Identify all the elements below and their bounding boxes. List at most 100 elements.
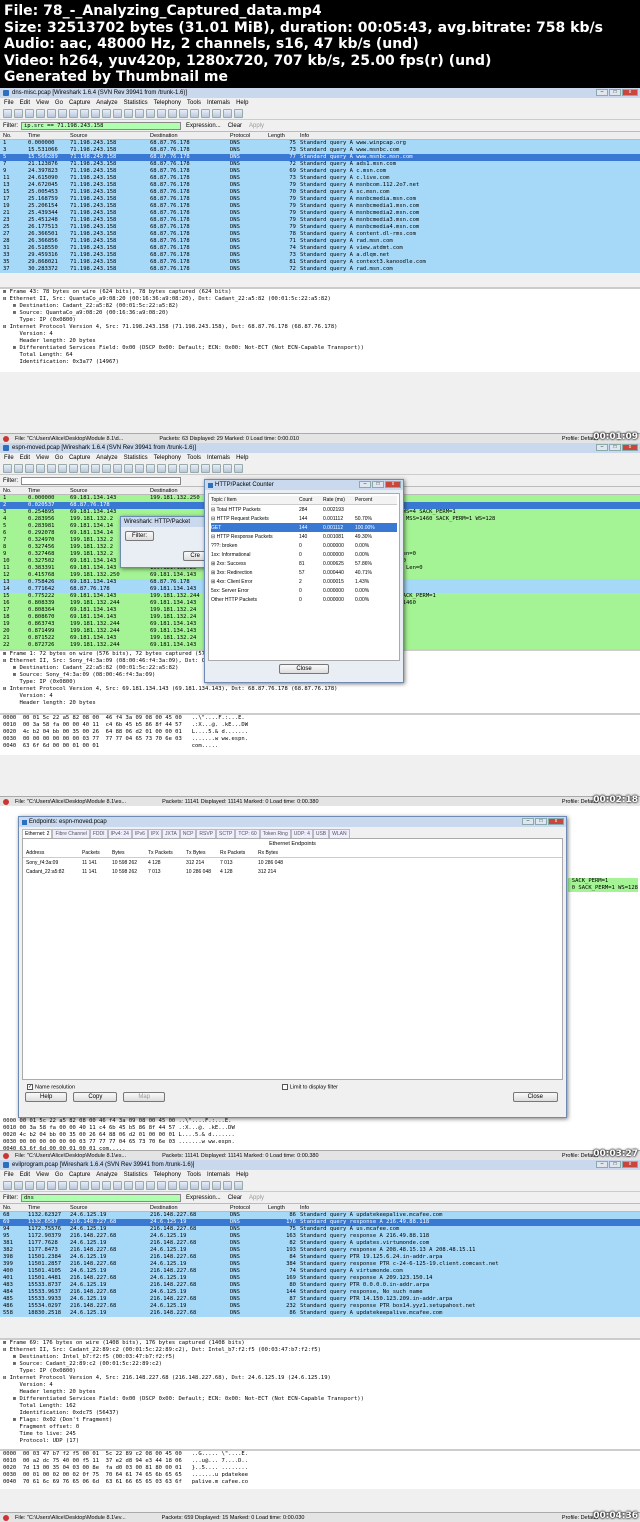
copy-button[interactable]: Copy [73,1092,118,1103]
detail-line[interactable]: ⊟ Ethernet II, Src: Cadant_22:89:c2 (00:… [0,1347,640,1354]
endpoint-col-header[interactable]: Address [23,850,79,856]
counter-row[interactable]: ⊟ Total HTTP Packets 284 0.002193 [211,505,397,514]
column-header-time[interactable]: Time [28,487,70,494]
reload-icon[interactable] [91,463,100,473]
expert-info-icon[interactable] [3,798,9,805]
go-to-icon[interactable] [146,463,155,473]
resize-columns-icon[interactable] [234,1180,243,1190]
packet-row[interactable]: 485 15533.9933 24.6.125.19 216.148.227.68 DN… [0,1296,640,1303]
column-header-protocol[interactable]: Protocol [230,132,268,139]
column-header-length[interactable]: Length [268,1204,300,1211]
filter-input[interactable] [21,476,181,485]
packet-row[interactable]: 69 1132.6587 216.148.227.68 24.6.125.19 DNS 1… [0,1219,640,1226]
packet-row[interactable]: 33 29.459316 71.198.243.158 68.87.76.178 DNS… [0,252,640,259]
tab-ncp[interactable]: NCP [179,829,197,838]
autoscroll-icon[interactable] [190,1180,199,1190]
forward-icon[interactable] [135,108,144,118]
detail-line[interactable]: ⊞ Frame 43: 78 bytes on wire (624 bits),… [0,289,640,296]
endpoint-row[interactable]: Sony_f4:3a:09 11 141 10 598 262 4 128 312 21… [23,858,562,867]
maximize-button[interactable]: □ [609,89,621,96]
clear-button[interactable]: Clear [226,1195,244,1201]
column-header-no[interactable]: No. [0,487,28,494]
find-icon[interactable] [113,1180,122,1190]
minimize-button[interactable]: – [596,1161,608,1168]
find-icon[interactable] [113,108,122,118]
menu-statistics[interactable]: Statistics [124,455,148,461]
first-icon[interactable] [157,463,166,473]
detail-line[interactable]: Time to live: 245 [0,1431,640,1438]
counter-row[interactable]: ⊟ HTTP Request Packets 144 0.001112 50.70% [211,514,397,523]
packet-row[interactable]: 68 1132.62327 24.6.125.19 216.148.227.68 DNS… [0,1212,640,1219]
endpoint-col-header[interactable]: Packets [79,850,109,856]
counter-row[interactable]: ⊞ 2xx: Success 81 0.000625 57.86% [211,559,397,568]
dialog-minimize-button[interactable]: – [522,818,534,825]
dialog-filter-button[interactable]: Filter: [125,531,154,541]
endpoint-col-header[interactable]: Tx Bytes [183,850,217,856]
detail-line[interactable]: ⊞ Source: Cadant_22:89:c2 (00:01:5c:22:8… [0,1361,640,1368]
restart-icon[interactable] [47,108,56,118]
menu-edit[interactable]: Edit [20,100,30,106]
packet-row[interactable]: 7 21.123876 71.198.243.158 68.87.76.178 DNS 7… [0,161,640,168]
endpoint-col-header[interactable]: Rx Packets [217,850,255,856]
first-icon[interactable] [157,1180,166,1190]
forward-icon[interactable] [135,1180,144,1190]
detail-line[interactable]: ⊞ Flags: 0x02 (Don't Fragment) [0,1417,640,1424]
tab-jxta[interactable]: JXTA [161,829,180,838]
stop-icon[interactable] [36,1180,45,1190]
packet-row[interactable]: 3 15.531066 71.198.243.158 68.87.76.178 DNS 7… [0,147,640,154]
find-icon[interactable] [113,463,122,473]
menu-file[interactable]: File [4,455,14,461]
save-icon[interactable] [69,1180,78,1190]
go-to-icon[interactable] [146,1180,155,1190]
resize-columns-icon[interactable] [234,108,243,118]
menu-internals[interactable]: Internals [207,100,230,106]
close-button[interactable]: Close [512,1092,558,1103]
packet-row[interactable]: 11 24.615090 71.198.243.158 68.87.76.178 DNS… [0,175,640,182]
menu-tools[interactable]: Tools [187,455,201,461]
column-header-source[interactable]: Source [70,132,150,139]
menu-go[interactable]: Go [55,1172,63,1178]
tab-ipx[interactable]: IPX [147,829,162,838]
packet-row[interactable]: 94 1172.75576 24.6.125.19 216.148.227.68 DNS… [0,1226,640,1233]
detail-line[interactable]: Version: 4 [0,1382,640,1389]
reload-icon[interactable] [91,1180,100,1190]
packet-row[interactable]: 21 25.439344 71.198.243.158 68.87.76.178 DNS… [0,210,640,217]
column-header-destination[interactable]: Destination [150,1204,230,1211]
expert-info-icon[interactable] [3,1514,9,1521]
detail-line[interactable]: Total Length: 162 [0,1403,640,1410]
detail-line[interactable]: Version: 4 [0,331,640,338]
packet-row[interactable]: 27 26.366501 71.198.243.158 68.87.76.178 DNS… [0,231,640,238]
packet-row[interactable]: 484 15533.9637 216.148.227.68 24.6.125.19 DN… [0,1289,640,1296]
detail-line[interactable]: Header length: 20 bytes [0,1389,640,1396]
counter-row[interactable]: GET 144 0.001112 100.00% [211,523,397,532]
zoom-out-icon[interactable] [212,108,221,118]
open-icon[interactable] [58,463,67,473]
filter-input[interactable]: dns [21,1193,181,1202]
packet-row[interactable]: 23 25.451248 71.198.243.158 68.87.76.178 DNS… [0,217,640,224]
endpoint-col-header[interactable]: Rx Bytes [255,850,293,856]
print-icon[interactable] [102,108,111,118]
dialog-maximize-button[interactable]: □ [535,818,547,825]
open-icon[interactable] [58,1180,67,1190]
detail-line[interactable]: ⊟ Ethernet II, Src: QuantaCo_a9:08:20 (0… [0,296,640,303]
close-button[interactable]: x [622,444,638,451]
counter-row[interactable]: 1xx: Informational 0 0.000000 0.00% [211,550,397,559]
apply-button[interactable]: Apply [247,1195,266,1201]
filter-input[interactable]: ip.src == 71.198.243.158 [21,121,181,130]
tab-rsvp[interactable]: RSVP [196,829,217,838]
menu-help[interactable]: Help [236,455,248,461]
name-resolution-checkbox[interactable]: ✓ Name resolution [27,1084,75,1090]
menu-internals[interactable]: Internals [207,1172,230,1178]
menu-view[interactable]: View [36,455,49,461]
close-icon[interactable] [80,463,89,473]
tab-tcp[interactable]: TCP: 60 [235,829,260,838]
detail-line[interactable]: Identification: 0x3a77 (14967) [0,359,640,366]
resize-columns-icon[interactable] [234,463,243,473]
save-icon[interactable] [69,463,78,473]
column-header-no[interactable]: No. [0,132,28,139]
detail-line[interactable]: Header length: 20 bytes [0,338,640,345]
options-icon[interactable] [14,108,23,118]
close-dialog-button[interactable]: Close [279,664,329,674]
detail-line[interactable]: ⊞ Differentiated Services Field: 0x00 (D… [0,345,640,352]
packet-row[interactable]: 31 26.518550 71.198.243.158 68.87.76.178 DNS… [0,245,640,252]
